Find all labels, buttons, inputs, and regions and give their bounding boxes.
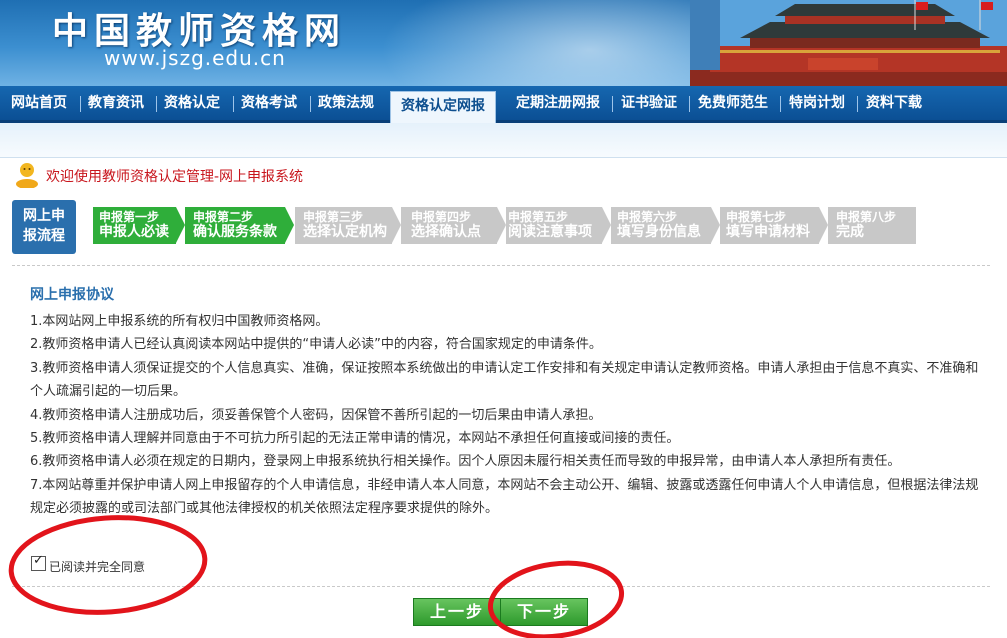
step-title: 申报第六步 xyxy=(617,210,678,224)
nav-item-registration[interactable]: 定期注册网报 xyxy=(516,86,600,120)
sub-bar xyxy=(0,123,1007,158)
nav-item-free-normal-students[interactable]: 免费师范生 xyxy=(698,86,768,120)
step-title: 申报第四步 xyxy=(411,210,472,224)
nav-separator xyxy=(780,96,781,112)
nav-separator xyxy=(80,96,81,112)
step-arrow xyxy=(285,207,294,243)
step-arrow xyxy=(497,207,506,243)
step-2: 申报第二步 确认服务条款 xyxy=(185,207,294,244)
step-label: 选择认定机构 xyxy=(303,224,387,240)
step-title: 申报第一步 xyxy=(99,210,160,224)
flow-label: 网上申 报流程 xyxy=(12,200,76,254)
site-banner: 中国教师资格网 www.jszg.edu.cn xyxy=(0,0,1007,86)
step-label: 完成 xyxy=(836,224,864,240)
step-title: 申报第五步 xyxy=(508,210,569,224)
step-label: 选择确认点 xyxy=(411,224,481,240)
divider xyxy=(12,265,990,266)
step-label: 确认服务条款 xyxy=(193,224,277,240)
divider xyxy=(12,586,990,587)
step-label: 阅读注意事项 xyxy=(508,224,592,240)
user-icon xyxy=(16,163,38,188)
nav-item-policy[interactable]: 政策法规 xyxy=(318,86,374,120)
protocol-clause: 1.本网站网上申报系统的所有权归中国教师资格网。 xyxy=(30,314,329,329)
agree-label[interactable]: 已阅读并完全同意 xyxy=(49,558,145,575)
step-arrow xyxy=(819,207,828,243)
step-arrow xyxy=(392,207,401,243)
protocol-clause: 4.教师资格申请人注册成功后，须妥善保管个人密码，因保管不善所引起的一切后果由申… xyxy=(30,407,602,423)
nav-separator xyxy=(857,96,858,112)
step-title: 申报第三步 xyxy=(303,210,364,224)
nav-item-certificate-check[interactable]: 证书验证 xyxy=(621,86,677,120)
protocol-clause: 6.教师资格申请人必须在规定的日期内，登录网上申报系统执行相关操作。因个人原因未… xyxy=(30,454,901,470)
step-label: 填写申请材料 xyxy=(726,224,810,240)
nav-item-downloads[interactable]: 资料下载 xyxy=(866,86,922,120)
nav-separator xyxy=(612,96,613,112)
protocol-clause: 3.教师资格申请人须保证提交的个人信息真实、准确，保证按照本系统做出的申请认定工… xyxy=(30,360,979,400)
nav-item-online-application[interactable]: 资格认定网报 xyxy=(390,91,496,123)
nav-separator xyxy=(156,96,157,112)
prev-step-button[interactable]: 上一步 xyxy=(413,598,501,626)
step-title: 申报第二步 xyxy=(193,210,254,224)
nav-item-qualification[interactable]: 资格认定 xyxy=(164,86,220,120)
step-8: 申报第八步 完成 xyxy=(828,207,916,244)
step-7: 申报第七步 填写申请材料 xyxy=(720,207,828,244)
nav-separator xyxy=(310,96,311,112)
site-url: www.jszg.edu.cn xyxy=(104,46,286,70)
step-arrow xyxy=(602,207,611,243)
protocol-title: 网上申报协议 xyxy=(30,287,114,303)
step-6: 申报第六步 填写身份信息 xyxy=(611,207,720,244)
nav-separator xyxy=(689,96,690,112)
protocol-section: 网上申报协议 1.本网站网上申报系统的所有权归中国教师资格网。 2.教师资格申请… xyxy=(30,284,980,521)
step-4: 申报第四步 选择确认点 xyxy=(401,207,506,244)
nav-item-home[interactable]: 网站首页 xyxy=(11,86,67,120)
protocol-clause: 7.本网站尊重并保护申请人网上申报留存的个人申请信息，非经申请人本人同意，本网站… xyxy=(30,477,979,517)
step-label: 申报人必读 xyxy=(99,224,169,240)
step-3: 申报第三步 选择认定机构 xyxy=(295,207,401,244)
nav-item-special-posts[interactable]: 特岗计划 xyxy=(789,86,845,120)
flow-label-line1: 网上申 xyxy=(23,208,65,224)
agree-checkbox[interactable] xyxy=(31,553,46,571)
welcome-text: 欢迎使用教师资格认定管理-网上申报系统 xyxy=(46,169,304,185)
nav-item-news[interactable]: 教育资讯 xyxy=(88,86,144,120)
main-nav: 网站首页 教育资讯 资格认定 资格考试 政策法规 资格认定网报 定期注册网报 证… xyxy=(0,86,1007,123)
step-title: 申报第七步 xyxy=(726,210,787,224)
tiananmen-image xyxy=(690,0,1007,86)
step-5: 申报第五步 阅读注意事项 xyxy=(506,207,611,244)
protocol-clause: 2.教师资格申请人已经认真阅读本网站中提供的“申请人必读”中的内容，符合国家规定… xyxy=(30,337,602,353)
step-1: 申报第一步 申报人必读 xyxy=(93,207,185,244)
step-arrow xyxy=(711,207,720,243)
protocol-clause: 5.教师资格申请人理解并同意由于不可抗力所引起的无法正常申请的情况，本网站不承担… xyxy=(30,431,680,447)
step-label: 填写身份信息 xyxy=(617,224,701,240)
nav-item-exam[interactable]: 资格考试 xyxy=(241,86,297,120)
next-step-button[interactable]: 下一步 xyxy=(500,598,588,626)
flow-label-line2: 报流程 xyxy=(23,228,65,244)
nav-separator xyxy=(233,96,234,112)
step-title: 申报第八步 xyxy=(836,210,897,224)
step-arrow xyxy=(176,207,185,243)
